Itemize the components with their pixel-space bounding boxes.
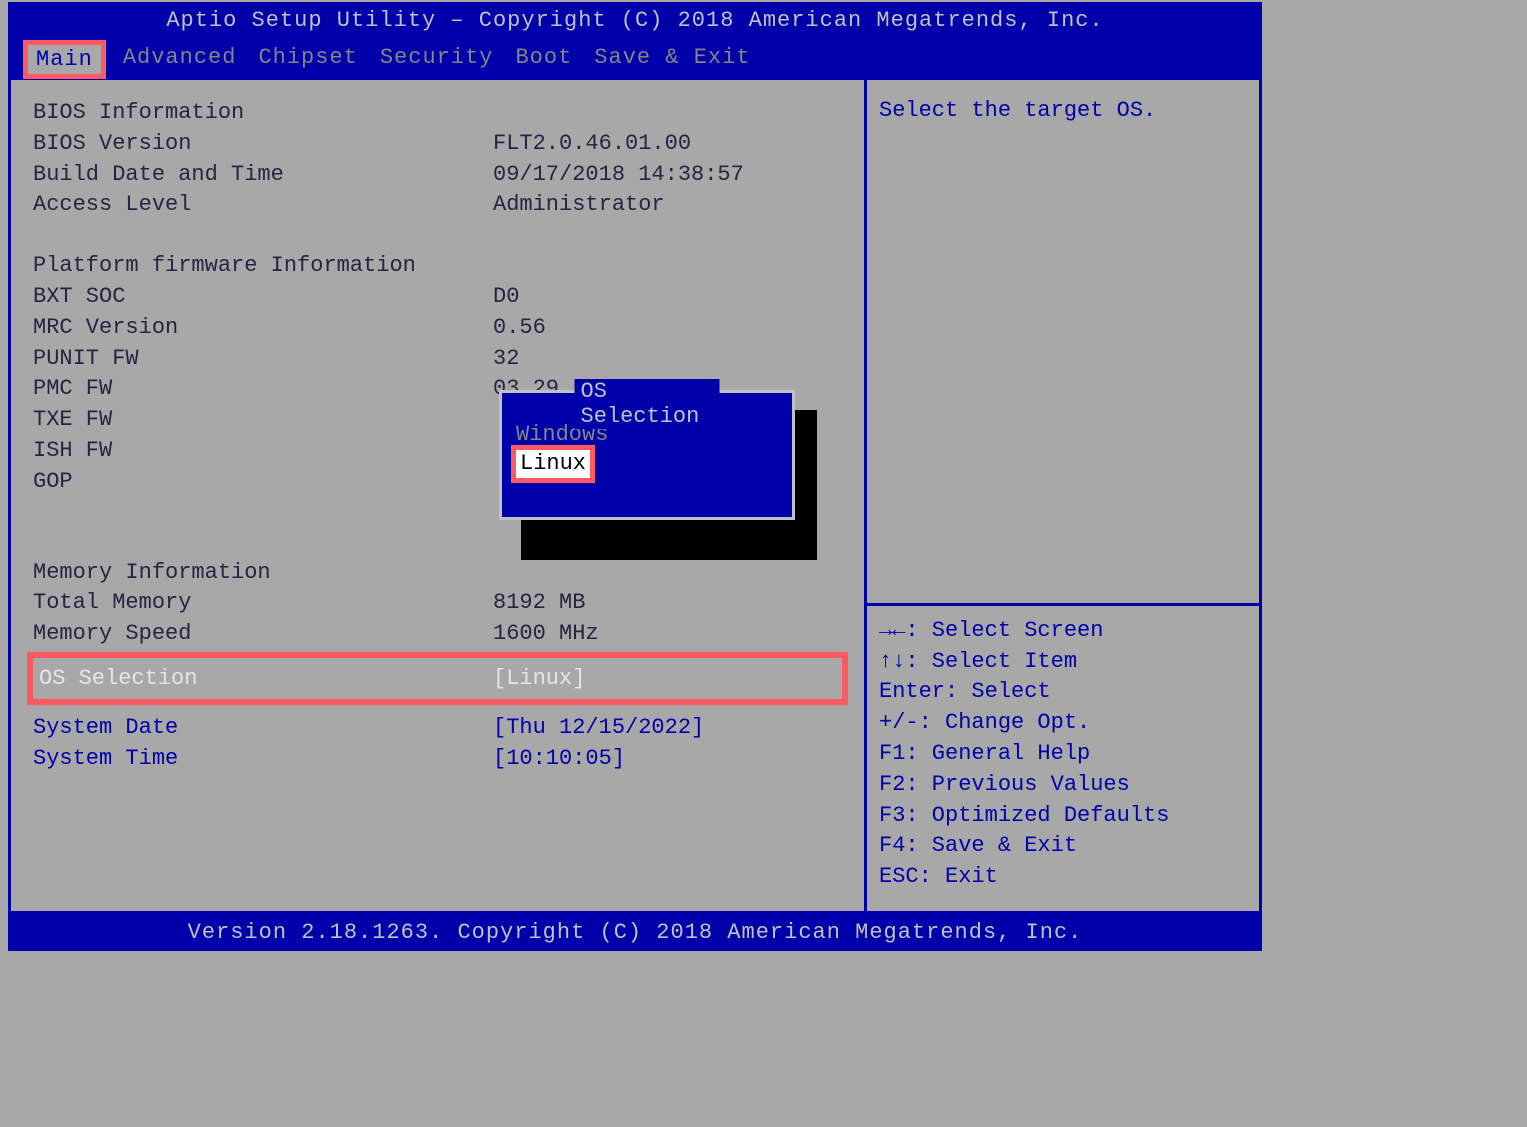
bios-version-row: BIOS Version FLT2.0.46.01.00 [33,129,842,160]
key-select-item: ↑↓: Select Item [879,647,1247,678]
access-level-value: Administrator [493,190,842,221]
key-general-help: F1: General Help [879,739,1247,770]
punit-fw-label: PUNIT FW [33,344,493,375]
header-title: Aptio Setup Utility – Copyright (C) 2018… [166,8,1103,33]
tab-advanced[interactable]: Advanced [123,45,237,74]
bxt-soc-label: BXT SOC [33,282,493,313]
system-date-row[interactable]: System Date [Thu 12/15/2022] [33,713,842,744]
tab-save-exit[interactable]: Save & Exit [594,45,750,74]
help-text: Select the target OS. [867,80,1259,603]
key-save-exit: F4: Save & Exit [879,831,1247,862]
system-date-value: [Thu 12/15/2022] [493,713,842,744]
os-selection-label: OS Selection [39,666,493,691]
build-date-row: Build Date and Time 09/17/2018 14:38:57 [33,160,842,191]
access-level-row: Access Level Administrator [33,190,842,221]
bios-version-value: FLT2.0.46.01.00 [493,129,842,160]
system-time-row[interactable]: System Time [10:10:05] [33,744,842,775]
memory-speed-value: 1600 MHz [493,619,842,650]
content-area: BIOS Information BIOS Version FLT2.0.46.… [8,80,1262,914]
os-selection-value: [Linux] [493,666,836,691]
punit-fw-row: PUNIT FW 32 [33,344,842,375]
bios-window: Aptio Setup Utility – Copyright (C) 2018… [8,2,1262,944]
right-panel: Select the target OS. →←: Select Screen … [864,80,1259,911]
access-level-label: Access Level [33,190,493,221]
build-date-label: Build Date and Time [33,160,493,191]
system-date-label: System Date [33,713,493,744]
memory-speed-row: Memory Speed 1600 MHz [33,619,842,650]
bios-version-label: BIOS Version [33,129,493,160]
total-memory-row: Total Memory 8192 MB [33,588,842,619]
key-esc-exit: ESC: Exit [879,862,1247,893]
footer-bar: Version 2.18.1263. Copyright (C) 2018 Am… [8,914,1262,951]
txe-fw-label: TXE FW [33,405,493,436]
tab-boot[interactable]: Boot [515,45,572,74]
tab-security[interactable]: Security [380,45,494,74]
mrc-version-row: MRC Version 0.56 [33,313,842,344]
pmc-fw-label: PMC FW [33,374,493,405]
key-select-screen: →←: Select Screen [879,616,1247,647]
left-panel: BIOS Information BIOS Version FLT2.0.46.… [11,80,864,911]
key-optimized-defaults: F3: Optimized Defaults [879,801,1247,832]
total-memory-label: Total Memory [33,588,493,619]
key-help: →←: Select Screen ↑↓: Select Item Enter:… [867,603,1259,911]
key-change-opt: +/-: Change Opt. [879,708,1247,739]
platform-info-header: Platform firmware Information [33,251,842,282]
popup-option-linux[interactable]: Linux [511,445,595,484]
tab-bar: Main Advanced Chipset Security Boot Save… [8,39,1262,80]
header-bar: Aptio Setup Utility – Copyright (C) 2018… [8,2,1262,39]
key-previous-values: F2: Previous Values [879,770,1247,801]
tab-chipset[interactable]: Chipset [258,45,357,74]
bxt-soc-row: BXT SOC D0 [33,282,842,313]
popup-title: OS Selection [575,379,720,429]
gop-label: GOP [33,467,493,498]
key-enter: Enter: Select [879,677,1247,708]
os-selection-popup: OS Selection Windows Linux [499,390,795,520]
mrc-version-value: 0.56 [493,313,842,344]
build-date-value: 09/17/2018 14:38:57 [493,160,842,191]
os-selection-row[interactable]: OS Selection [Linux] [27,652,848,705]
total-memory-value: 8192 MB [493,588,842,619]
memory-info-header: Memory Information [33,558,842,589]
mrc-version-label: MRC Version [33,313,493,344]
ish-fw-label: ISH FW [33,436,493,467]
system-time-value: [10:10:05] [493,744,842,775]
bxt-soc-value: D0 [493,282,842,313]
punit-fw-value: 32 [493,344,842,375]
bios-info-header: BIOS Information [33,98,842,129]
memory-speed-label: Memory Speed [33,619,493,650]
tab-main[interactable]: Main [23,40,106,79]
system-time-label: System Time [33,744,493,775]
footer-text: Version 2.18.1263. Copyright (C) 2018 Am… [188,920,1083,945]
